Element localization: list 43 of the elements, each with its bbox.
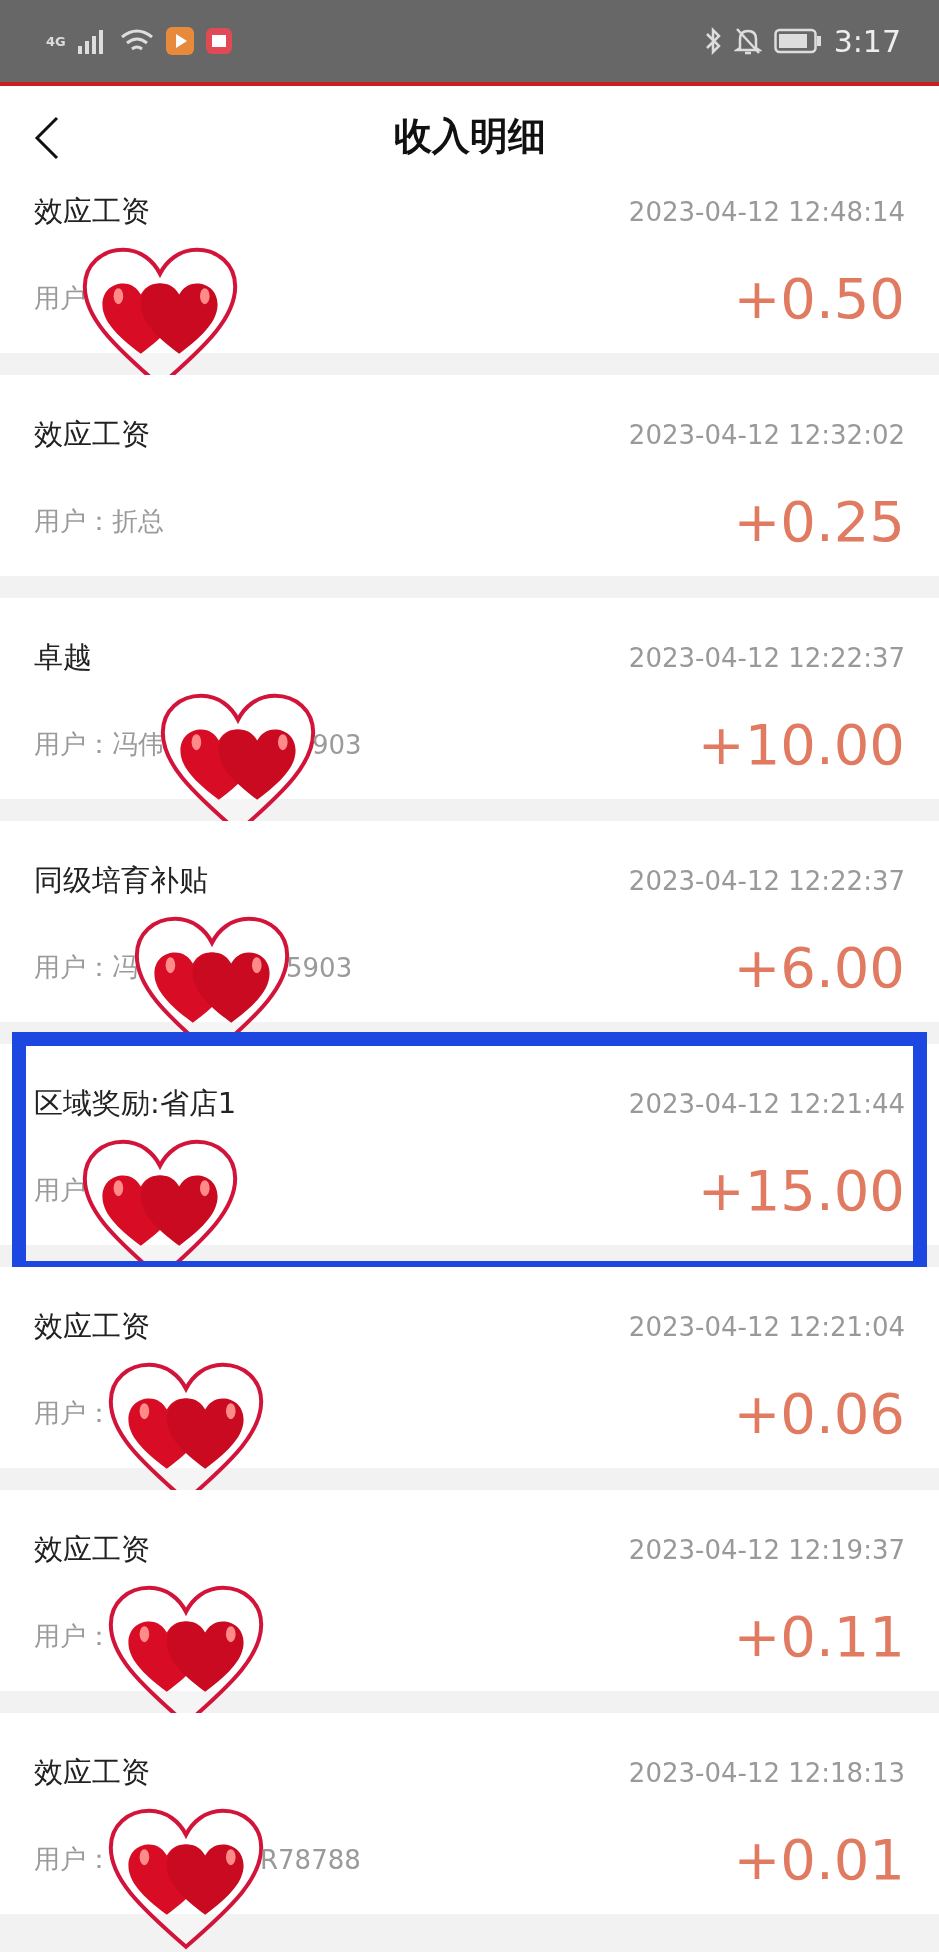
record-user: 用户：冯伟 [34,728,164,761]
record-title: 效应工资 [34,416,150,453]
record-title: 区域奖励:省店1 [34,1085,237,1122]
clock-time: 3:17 [833,23,901,59]
record-user: 903 [312,729,362,760]
record-title: 效应工资 [34,1308,150,1345]
record-user: 用户 [34,1174,86,1207]
record-user: 用户： [34,1620,112,1653]
record-user: 用户 [34,282,86,315]
record-amount: +0.06 [733,1381,905,1446]
record-time: 2023-04-12 12:21:44 [628,1089,905,1119]
record-amount: +0.50 [733,266,905,331]
record-amount: +10.00 [697,712,905,777]
record-amount: +0.01 [733,1827,905,1892]
record-title: 卓越 [34,639,92,676]
record-user: 5903 [286,952,353,983]
record-amount: +0.25 [733,489,905,554]
record-user: 用户：冯 [34,951,138,984]
network-label: 4G [46,33,66,49]
record-user: 用户： [34,1843,112,1876]
record-title: 同级培育补贴 [34,862,208,899]
record-title: 效应工资 [34,1531,150,1568]
bluetooth-icon [703,26,722,56]
record-title: 效应工资 [34,193,150,230]
record-amount: +0.11 [733,1604,905,1669]
back-chevron-icon [34,116,60,160]
battery-icon [773,28,822,54]
play-app-icon [165,27,194,55]
page-title: 收入明细 [393,112,546,160]
record-user: 用户： [34,1397,112,1430]
record-time: 2023-04-12 12:21:04 [628,1312,905,1342]
record-time: 2023-04-12 12:19:37 [628,1535,905,1565]
record-user: 用户：折总 [34,505,164,538]
record-time: 2023-04-12 12:48:14 [628,197,905,227]
record-title: 效应工资 [34,1754,150,1791]
record-amount: +6.00 [733,935,905,1000]
record-time: 2023-04-12 12:22:37 [628,643,905,673]
record-time: 2023-04-12 12:22:37 [628,866,905,896]
bell-off-icon [733,26,762,56]
record-user: R78788 [260,1844,361,1875]
record-time: 2023-04-12 12:32:02 [628,420,905,450]
record-amount: +15.00 [697,1158,905,1223]
record-time: 2023-04-12 12:18:13 [628,1758,905,1788]
